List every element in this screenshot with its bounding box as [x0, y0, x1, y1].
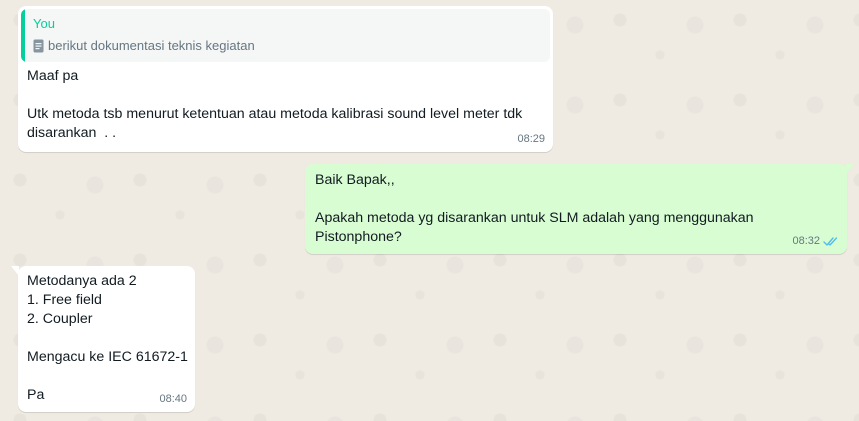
quote-preview: berikut dokumentasi teknis kegiatan [33, 37, 255, 55]
quote-text: berikut dokumentasi teknis kegiatan [48, 38, 255, 53]
message-text: Baik Bapak,, Apakah metoda yg disarankan… [315, 172, 754, 245]
message-text: Maaf pa Utk metoda tsb menurut ketentuan… [27, 68, 523, 141]
message-time: 08:40 [159, 393, 187, 405]
document-icon [33, 39, 44, 53]
outgoing-message-bubble[interactable]: Baik Bapak,, Apakah metoda yg disarankan… [305, 164, 854, 254]
quote-accent-bar [21, 9, 25, 62]
message-meta: 08:32 [792, 234, 839, 249]
message-meta: 08:29 [517, 132, 545, 147]
incoming-message-bubble[interactable]: Metodanya ada 2 1. Free field 2. Coupler… [11, 266, 195, 412]
quote-author: You [33, 16, 55, 31]
message-meta: 08:40 [159, 392, 187, 407]
double-check-read-icon [823, 236, 839, 247]
quoted-reply[interactable]: You berikut dokumentasi teknis kegiatan [21, 9, 550, 62]
incoming-message-bubble[interactable]: You berikut dokumentasi teknis kegiatan … [18, 6, 553, 152]
message-time: 08:29 [517, 133, 545, 145]
message-text: Metodanya ada 2 1. Free field 2. Coupler… [27, 273, 188, 403]
message-time: 08:32 [792, 235, 820, 247]
